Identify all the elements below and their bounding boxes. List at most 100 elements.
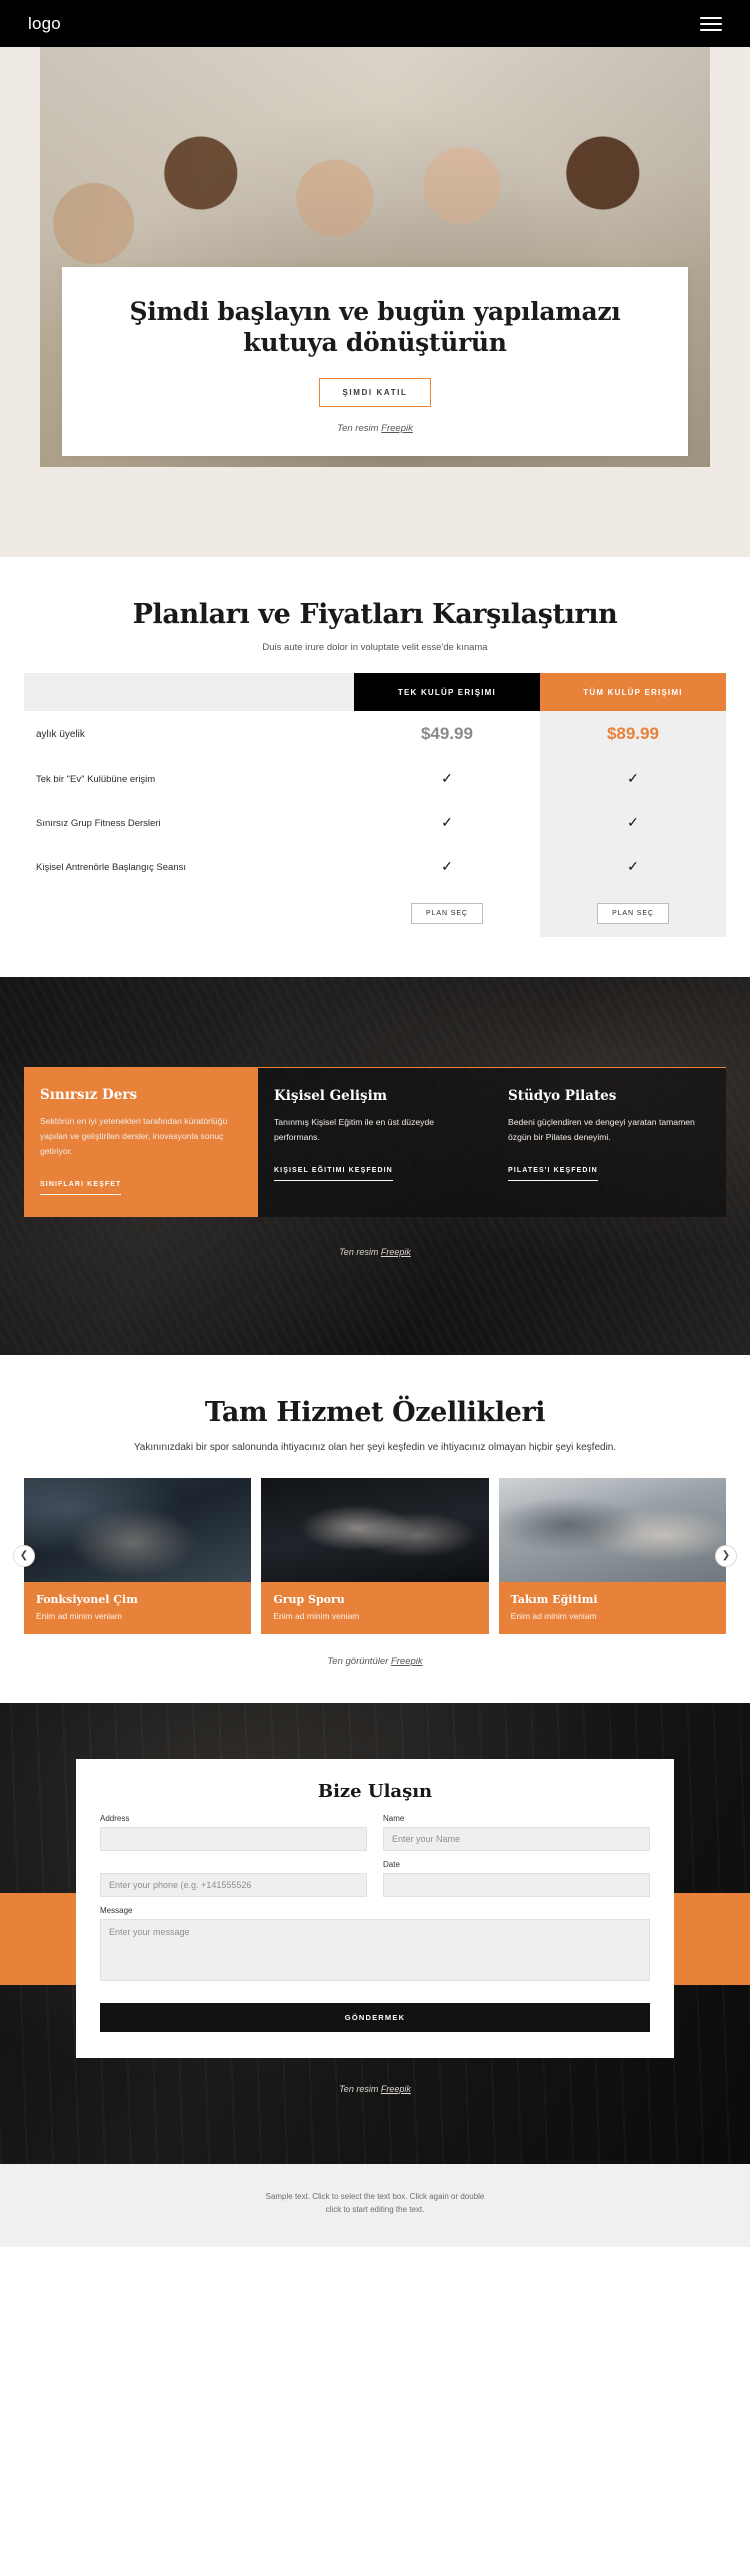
check-icon: ✓ xyxy=(627,770,639,786)
gallery-photo xyxy=(24,1477,252,1582)
dark-section-image-credit: Ten resim Freepik xyxy=(24,1247,726,1257)
table-row: Tek bir "Ev" Kulübüne erişim ✓ ✓ xyxy=(24,757,726,801)
pricing-header-blank xyxy=(24,673,354,711)
feature-single-1: ✓ xyxy=(354,801,540,845)
feature-card-personal-training[interactable]: Kişisel Gelişim Tanınmış Kişisel Eğitim … xyxy=(258,1067,492,1218)
hero-credit-link[interactable]: Freepik xyxy=(381,423,413,434)
table-row: Kişisel Antrenörle Başlangıç Seansı ✓ ✓ xyxy=(24,845,726,889)
address-input[interactable] xyxy=(100,1826,367,1851)
table-header-row: TEK KULÜP ERIŞIMI TÜM KULÜP ERIŞIMI xyxy=(24,673,726,711)
feature-label-1: Sınırsız Grup Fitness Dersleri xyxy=(36,817,161,829)
select-plan-single-button[interactable]: PLAN SEÇ xyxy=(411,903,483,924)
contact-image-credit: Ten resim Freepik xyxy=(24,2084,726,2094)
select-plan-all-button[interactable]: PLAN SEÇ xyxy=(597,903,669,924)
gallery-item-2[interactable]: Takım Eğitimi Enim ad minim veniam xyxy=(498,1477,726,1634)
logo[interactable]: logo xyxy=(28,14,61,34)
feature-card-title: Kişisel Gelişim xyxy=(274,1088,387,1104)
feature-card-pilates[interactable]: Stüdyo Pilates Bedeni güçlendiren ve den… xyxy=(492,1067,726,1218)
address-field-wrap: Address xyxy=(100,1814,367,1851)
contact-form-card: Bize Ulaşın Address Name Date xyxy=(76,1758,674,2058)
gallery-carousel: ❮ Fonksiyonel Çim Enim ad minim veniam G… xyxy=(13,1477,737,1634)
feature-single-2: ✓ xyxy=(354,845,540,889)
pricing-header-all: TÜM KULÜP ERIŞIMI xyxy=(539,673,726,711)
gallery-caption: Fonksiyonel Çim Enim ad minim veniam xyxy=(24,1581,252,1634)
dark-credit-prefix: Ten resim xyxy=(339,1247,381,1258)
join-now-button[interactable]: ŞIMDI KATIL xyxy=(319,378,431,407)
table-row-price: aylık üyelik $49.99 $89.99 xyxy=(24,711,726,757)
gallery-subtitle: Yakınınızdaki bir spor salonunda ihtiyac… xyxy=(133,1442,617,1454)
gallery-item-caption: Enim ad minim veniam xyxy=(36,1610,122,1621)
hero-card: Şimdi başlayın ve bugün yapılamazı kutuy… xyxy=(62,267,688,456)
gallery-caption: Grup Sporu Enim ad minim veniam xyxy=(261,1581,489,1634)
feature-single-0: ✓ xyxy=(354,757,540,801)
chevron-left-icon[interactable]: ❮ xyxy=(13,1544,35,1567)
actions-blank xyxy=(24,889,354,937)
submit-button[interactable]: GÖNDERMEK xyxy=(100,2002,650,2032)
pricing-header-single: TEK KULÜP ERIŞIMI xyxy=(353,673,540,711)
date-label: Date xyxy=(383,1859,400,1869)
feature-card-title: Stüdyo Pilates xyxy=(508,1088,617,1104)
name-input[interactable] xyxy=(383,1826,650,1851)
message-label: Message xyxy=(100,1905,133,1915)
date-field-wrap: Date xyxy=(383,1860,650,1897)
pricing-subtitle: Duis aute irure dolor in voluptate velit… xyxy=(262,642,488,653)
feature-cards: Sınırsız Ders Sektörün en iyi yetenekler… xyxy=(24,1067,726,1218)
site-header: logo xyxy=(0,0,750,47)
gallery-item-title: Takım Eğitimi xyxy=(510,1592,598,1606)
gallery-item-0[interactable]: Fonksiyonel Çim Enim ad minim veniam xyxy=(24,1477,252,1634)
feature-card-title: Sınırsız Ders xyxy=(40,1087,138,1103)
gallery-item-title: Fonksiyonel Çim xyxy=(36,1592,138,1606)
phone-field-wrap xyxy=(100,1860,367,1897)
contact-credit-link[interactable]: Freepik xyxy=(381,2084,411,2094)
gallery-image-credit: Ten görüntüler Freepik xyxy=(24,1656,726,1667)
check-icon: ✓ xyxy=(441,770,453,786)
hero-section: Şimdi başlayın ve bugün yapılamazı kutuy… xyxy=(0,47,750,557)
burger-line xyxy=(700,16,722,19)
gallery-item-1[interactable]: Grup Sporu Enim ad minim veniam xyxy=(261,1477,489,1634)
dark-features-section: Sınırsız Ders Sektörün en iyi yetenekler… xyxy=(0,977,750,1356)
contact-form-grid: Address Name Date Message xyxy=(100,1814,650,1995)
message-textarea[interactable] xyxy=(100,1918,650,1981)
gallery-credit-link[interactable]: Freepik xyxy=(391,1656,423,1667)
gallery-item-caption: Enim ad minim veniam xyxy=(273,1610,360,1621)
explore-classes-link[interactable]: SINIFLARI KEŞFET xyxy=(40,1181,122,1196)
gallery-section: Tam Hizmet Özellikleri Yakınınızdaki bir… xyxy=(0,1355,750,1703)
pricing-section: Planları ve Fiyatları Karşılaştırın Duis… xyxy=(0,557,750,977)
hamburger-menu-icon[interactable] xyxy=(700,16,722,31)
gallery-credit-prefix: Ten görüntüler xyxy=(327,1655,391,1667)
check-icon: ✓ xyxy=(627,814,639,830)
gallery-item-title: Grup Sporu xyxy=(273,1592,345,1606)
contact-section: Bize Ulaşın Address Name Date xyxy=(0,1702,750,2164)
gallery-photo xyxy=(498,1477,726,1582)
explore-personal-training-link[interactable]: KIŞISEL EĞITIMI KEŞFEDIN xyxy=(274,1167,393,1182)
burger-line xyxy=(700,28,722,31)
footer-line-2: click to start editing the text. xyxy=(325,2205,425,2215)
check-icon: ✓ xyxy=(627,858,639,874)
hero-image-credit: Ten resim Freepik xyxy=(88,423,662,434)
phone-input[interactable] xyxy=(100,1872,367,1897)
feature-all-2: ✓ xyxy=(539,845,726,889)
contact-title: Bize Ulaşın xyxy=(317,1780,433,1802)
feature-card-body: Sektörün en iyi yetenekleri tarafından k… xyxy=(40,1116,228,1157)
date-input[interactable] xyxy=(383,1872,650,1897)
explore-pilates-link[interactable]: PILATES'I KEŞFEDIN xyxy=(508,1167,598,1182)
gallery-photo xyxy=(261,1477,489,1582)
price-single-cell: $49.99 xyxy=(354,711,540,757)
check-icon: ✓ xyxy=(441,858,453,874)
burger-line xyxy=(700,22,722,25)
name-label: Name xyxy=(383,1813,405,1823)
table-row: Sınırsız Grup Fitness Dersleri ✓ ✓ xyxy=(24,801,726,845)
feature-card-body: Tanınmış Kişisel Eğitim ile en üst düzey… xyxy=(274,1117,435,1143)
dark-credit-link[interactable]: Freepik xyxy=(381,1247,411,1257)
chevron-right-icon[interactable]: ❯ xyxy=(715,1544,737,1567)
hero-title: Şimdi başlayın ve bugün yapılamazı kutuy… xyxy=(129,297,621,357)
feature-all-1: ✓ xyxy=(539,801,726,845)
message-field-wrap: Message xyxy=(100,1906,650,1986)
footer-line-1: Sample text. Click to select the text bo… xyxy=(265,2191,485,2201)
site-footer: Sample text. Click to select the text bo… xyxy=(0,2163,750,2247)
feature-card-classes[interactable]: Sınırsız Ders Sektörün en iyi yetenekler… xyxy=(24,1067,258,1218)
feature-label-2: Kişisel Antrenörle Başlangıç Seansı xyxy=(36,861,186,873)
check-icon: ✓ xyxy=(441,814,453,830)
select-plan-single-cell: PLAN SEÇ xyxy=(354,889,540,937)
price-single: $49.99 xyxy=(420,724,473,743)
